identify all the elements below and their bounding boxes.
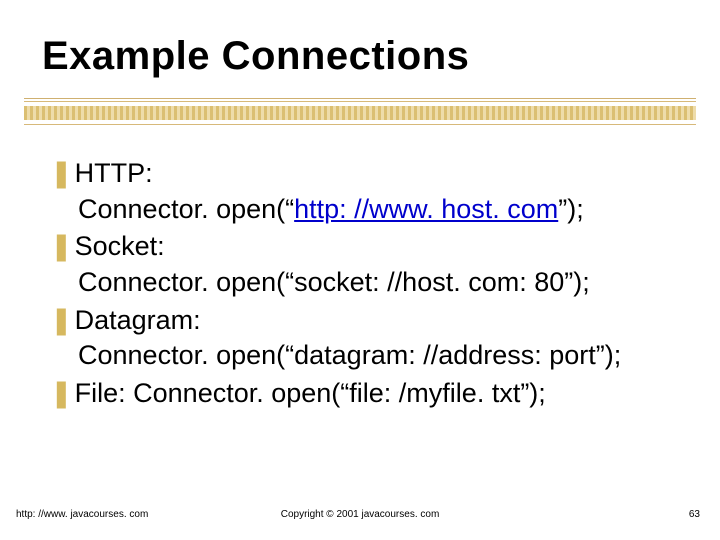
- item-label: HTTP:: [75, 158, 153, 188]
- body-text: ❚HTTP: Connector. open(“http: //www. hos…: [50, 156, 690, 413]
- footer-center: Copyright © 2001 javacourses. com: [0, 509, 720, 520]
- item-code: Connector. open(“file: /myfile. txt”);: [133, 378, 546, 408]
- bullet-icon: ❚: [50, 378, 73, 408]
- item-code: Connector. open(“socket: //host. com: 80…: [78, 265, 690, 301]
- list-item: ❚HTTP: Connector. open(“http: //www. hos…: [50, 156, 690, 227]
- item-label: Socket:: [75, 231, 165, 261]
- item-code: Connector. open(“http: //www. host. com”…: [78, 192, 690, 228]
- bullet-icon: ❚: [50, 158, 73, 188]
- bullet-icon: ❚: [50, 305, 73, 335]
- item-label: File:: [75, 378, 126, 408]
- item-code: Connector. open(“datagram: //address: po…: [78, 338, 690, 374]
- bullet-icon: ❚: [50, 231, 73, 261]
- list-item: ❚Datagram: Connector. open(“datagram: //…: [50, 303, 690, 374]
- code-pre: Connector. open(“: [78, 194, 294, 224]
- slide-title: Example Connections: [42, 34, 469, 79]
- footer-right: 63: [689, 509, 700, 520]
- title-underline: [24, 98, 696, 126]
- url-link[interactable]: http: //www. host. com: [294, 194, 558, 224]
- list-item: ❚Socket: Connector. open(“socket: //host…: [50, 229, 690, 300]
- code-post: ”);: [558, 194, 583, 224]
- list-item: ❚File: Connector. open(“file: /myfile. t…: [50, 376, 690, 412]
- item-label: Datagram:: [75, 305, 201, 335]
